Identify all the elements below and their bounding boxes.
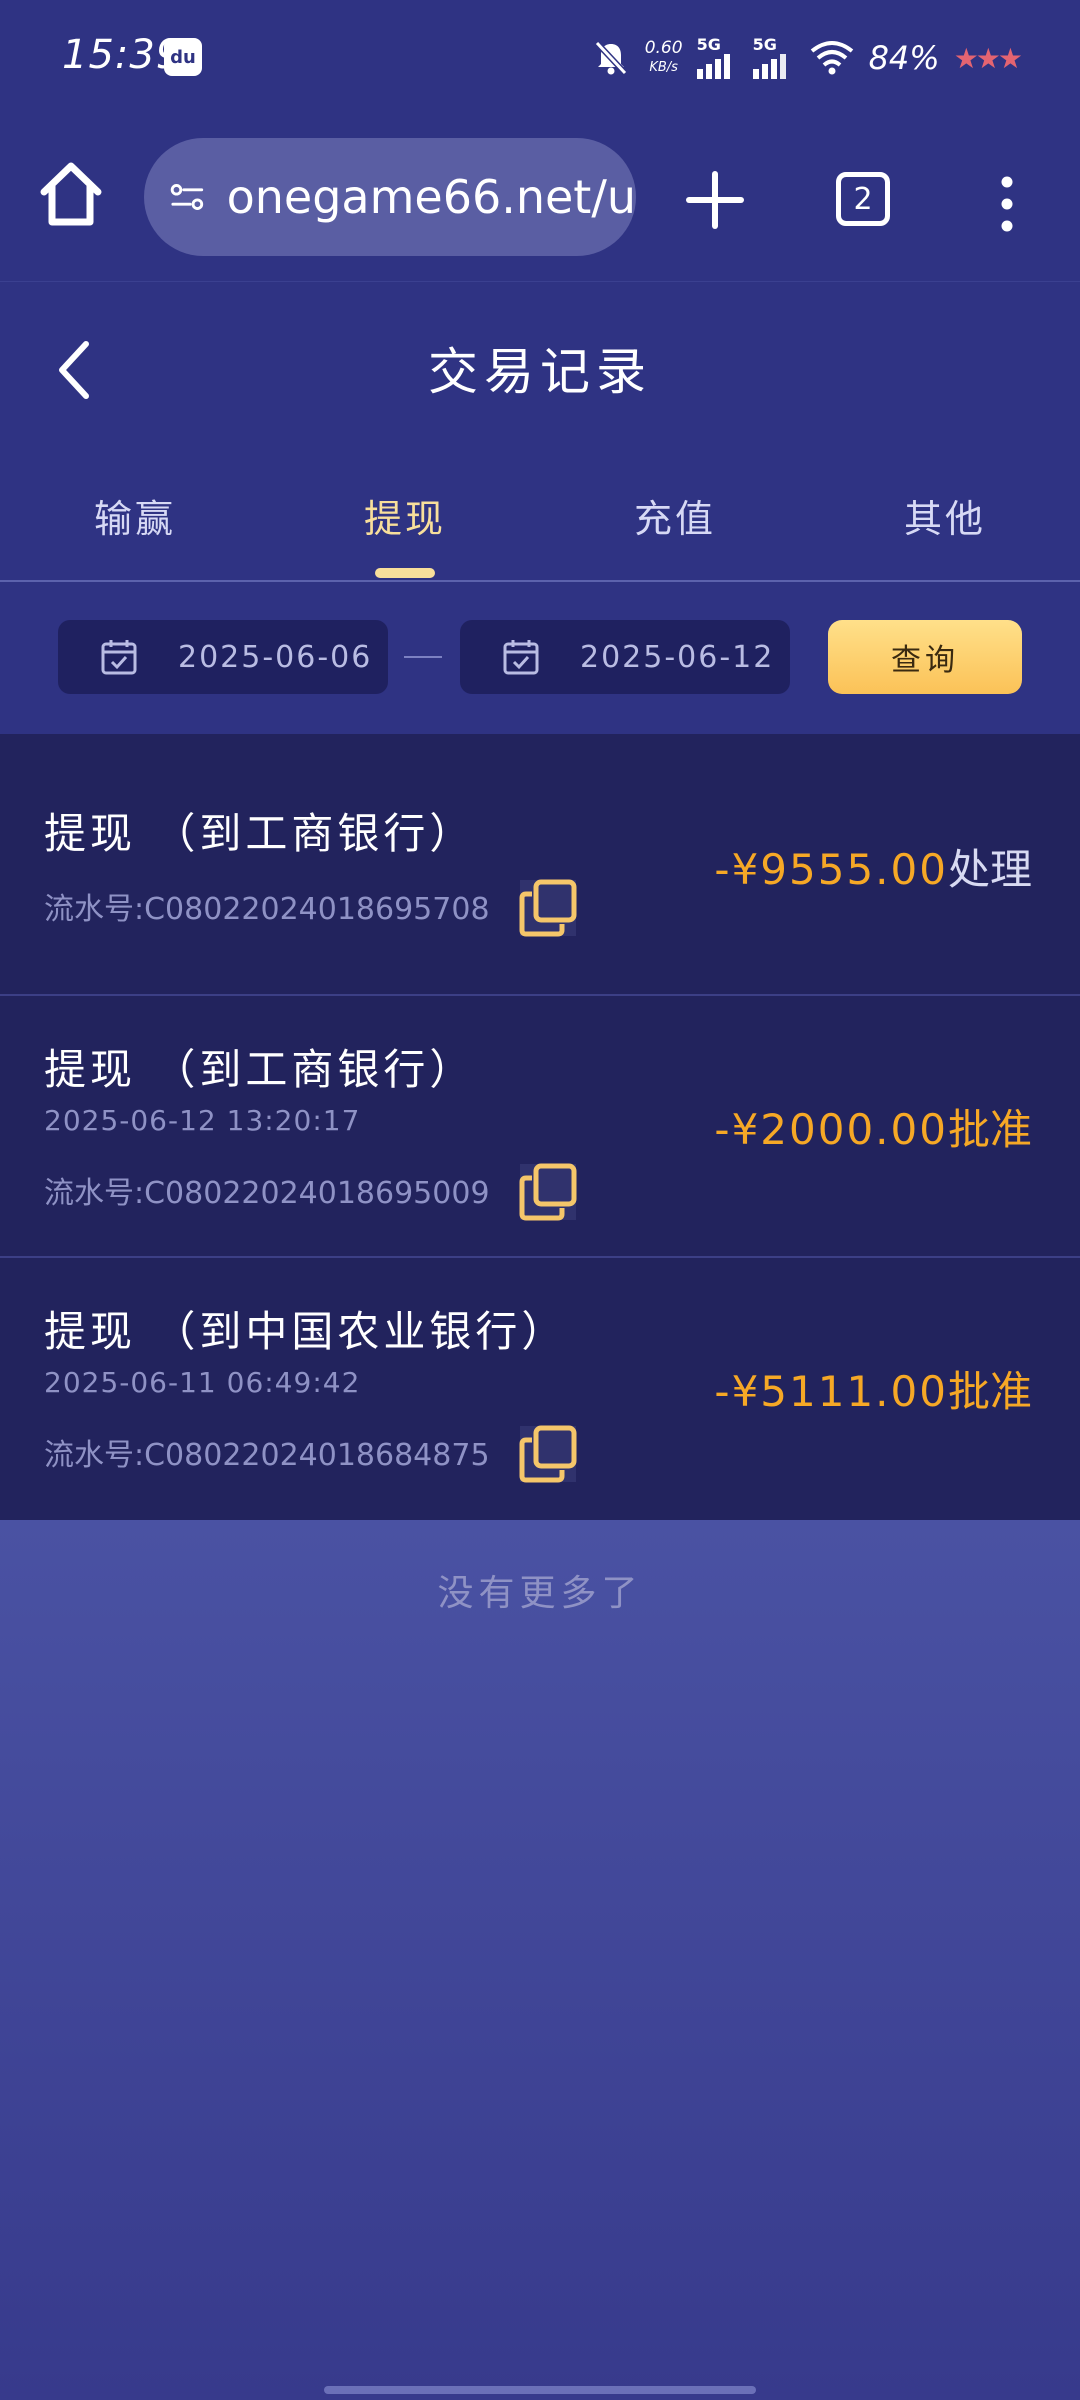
list-item[interactable]: 提现 （到工商银行） 2025-06-12 13:20:17 流水号:C0802… <box>0 996 1080 1258</box>
record-time: 2025-06-12 13:20:17 <box>44 1104 361 1137</box>
no-more-text: 没有更多了 <box>437 1573 643 1614</box>
end-date-picker[interactable]: 2025-06-12 <box>460 620 790 694</box>
record-amount: -¥5111.00 <box>714 1367 948 1416</box>
start-date-picker[interactable]: 2025-06-06 <box>58 620 388 694</box>
page-header: 交易记录 <box>0 282 1080 442</box>
list-item[interactable]: 提现 （到中国农业银行） 2025-06-11 06:49:42 流水号:C08… <box>0 1258 1080 1520</box>
notification-app-icon: du <box>164 38 202 76</box>
tab-count: 2 <box>853 181 873 217</box>
address-bar[interactable]: onegame66.net/u <box>144 138 636 256</box>
new-tab-icon[interactable] <box>680 170 750 230</box>
record-title: 提现 （到工商银行） <box>44 1045 476 1094</box>
record-status: 批准 <box>947 1367 1032 1416</box>
record-amount-status: -¥2000.00批准 <box>714 1096 1032 1157</box>
page-title: 交易记录 <box>428 343 652 401</box>
record-title: 提现 （到工商银行） <box>44 809 476 858</box>
record-title: 提现 （到中国农业银行） <box>44 1307 568 1356</box>
home-icon[interactable] <box>36 158 106 230</box>
tab-bar: 输赢 提现 充值 其他 <box>0 442 1080 582</box>
calendar-icon <box>101 640 137 675</box>
query-button[interactable]: 查询 <box>828 620 1022 694</box>
record-serial: 流水号:C08022024018695009 <box>44 1176 490 1211</box>
net-speed: 0.60 KB/s <box>645 38 683 78</box>
list-item[interactable]: 提现 （到工商银行） 流水号:C08022024018695708 -¥9555… <box>0 734 1080 996</box>
signal-1-label: 5G <box>696 35 721 54</box>
copy-icon[interactable] <box>518 1162 578 1222</box>
url-text: onegame66.net/u <box>226 170 636 224</box>
tab-switcher-button[interactable]: 2 <box>836 172 890 226</box>
record-amount-status: -¥5111.00批准 <box>714 1358 1032 1419</box>
rating-stars: ★★★ <box>953 41 1023 75</box>
battery-level: 84% <box>868 39 940 77</box>
record-amount: -¥9555.00 <box>714 845 948 894</box>
record-status: 处理 <box>947 845 1032 894</box>
transaction-list: 提现 （到工商银行） 流水号:C08022024018695708 -¥9555… <box>0 734 1080 1520</box>
copy-icon[interactable] <box>518 878 578 938</box>
record-time: 2025-06-11 06:49:42 <box>44 1366 361 1399</box>
net-speed-value: 0.60 <box>644 38 683 58</box>
wifi-icon <box>810 41 853 75</box>
active-tab-indicator <box>375 568 435 578</box>
tab-recharge[interactable]: 充值 <box>540 488 810 543</box>
status-indicators: 0.60 KB/s 5G 5G 84% ★★★ <box>591 30 1023 86</box>
signal-bars-icon <box>752 54 786 79</box>
record-amount: -¥2000.00 <box>714 1105 948 1154</box>
tab-win-loss[interactable]: 输赢 <box>0 488 270 543</box>
tab-other[interactable]: 其他 <box>810 488 1080 543</box>
start-date-text: 2025-06-06 <box>178 639 373 675</box>
more-menu-icon[interactable] <box>990 174 1024 234</box>
mute-bell-icon <box>594 40 627 76</box>
record-amount-status: -¥9555.00处理 <box>714 836 1032 897</box>
signal-2-label: 5G <box>752 35 777 54</box>
home-indicator[interactable] <box>324 2386 756 2394</box>
date-filter: 2025-06-06 2025-06-12 查询 <box>0 582 1080 734</box>
tab-withdraw[interactable]: 提现 <box>270 488 540 543</box>
signal-1: 5G <box>696 35 739 79</box>
date-range-separator <box>404 656 442 658</box>
site-settings-icon[interactable] <box>170 177 205 217</box>
screen: 15:39 du 0.60 KB/s 5G 5G 84% ★★★ onegame… <box>0 0 1080 2400</box>
signal-2: 5G <box>752 35 795 79</box>
signal-bars-icon <box>696 54 730 79</box>
calendar-icon <box>503 640 539 675</box>
record-status: 批准 <box>947 1105 1032 1154</box>
copy-icon[interactable] <box>518 1424 578 1484</box>
net-speed-unit: KB/s <box>649 60 678 75</box>
browser-toolbar: onegame66.net/u 2 <box>0 118 1080 282</box>
record-serial: 流水号:C08022024018695708 <box>44 892 490 927</box>
status-bar: 15:39 du 0.60 KB/s 5G 5G 84% ★★★ <box>0 0 1080 118</box>
end-date-text: 2025-06-12 <box>580 639 775 675</box>
record-serial: 流水号:C08022024018684875 <box>44 1438 490 1473</box>
